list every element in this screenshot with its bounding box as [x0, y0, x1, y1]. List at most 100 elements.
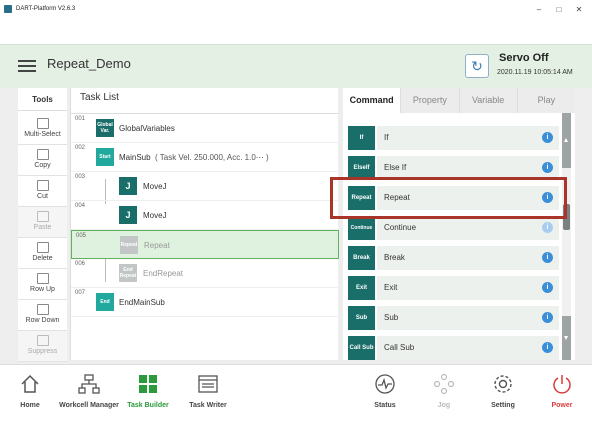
app-logo-icon — [4, 5, 12, 13]
row-text: Repeat — [144, 241, 170, 250]
task-row-007[interactable]: 007 End EndMainSub — [71, 288, 339, 317]
row-number: 005 — [76, 233, 87, 239]
row-number: 007 — [75, 290, 86, 296]
row-number: 002 — [75, 145, 86, 151]
tool-label: Paste — [33, 224, 52, 231]
servo-refresh-icon[interactable]: ↻ — [465, 54, 489, 78]
paste-icon — [36, 211, 49, 222]
tool-label: Suppress — [27, 348, 58, 355]
info-icon[interactable]: i — [542, 252, 553, 263]
task-row-003[interactable]: 003 J MoveJ — [71, 172, 339, 201]
cut-button[interactable]: Cut — [18, 176, 67, 207]
command-label: Call Sub — [377, 336, 559, 360]
window-titlebar: DART-Platform V2.6.3 – □ ✕ — [0, 0, 592, 18]
maximize-icon[interactable]: □ — [549, 0, 569, 18]
header-spacer — [0, 18, 592, 44]
nav-setting[interactable]: Setting — [473, 373, 533, 409]
command-exit[interactable]: Exit Exit i — [348, 276, 559, 300]
command-if[interactable]: If If i — [348, 126, 559, 150]
copy-icon — [36, 149, 49, 160]
row-number: 006 — [75, 261, 86, 267]
nav-label: Task Builder — [127, 402, 169, 409]
tool-label: Delete — [32, 255, 53, 262]
tab-command[interactable]: Command — [343, 88, 401, 113]
annotation-highlight-box — [330, 177, 567, 219]
suppress-icon — [36, 335, 49, 346]
break-block-icon: Break — [348, 246, 375, 270]
app-header: Repeat_Demo ↻ Servo Off 2020.11.19 10:05… — [0, 44, 592, 88]
close-icon[interactable]: ✕ — [569, 0, 589, 18]
multi-select-button[interactable]: Multi-Select — [18, 114, 67, 145]
cut-icon — [36, 180, 49, 191]
call-sub-block-icon: Call Sub — [348, 336, 375, 360]
suppress-button[interactable]: Suppress — [18, 331, 67, 362]
task-list-panel: Task List 001 Global Var. GlobalVariable… — [70, 88, 339, 360]
info-icon[interactable]: i — [542, 282, 553, 293]
global-var-block-icon: Global Var. — [96, 119, 114, 137]
continue-block-icon: Continue — [348, 216, 375, 240]
command-label: If — [377, 126, 559, 150]
info-icon[interactable]: i — [542, 222, 553, 233]
command-label: Sub — [377, 306, 559, 330]
jog-icon — [433, 373, 455, 395]
app-window: DART-Platform V2.6.3 – □ ✕ Repeat_Demo ↻… — [0, 0, 592, 444]
power-icon — [553, 375, 571, 394]
task-row-001[interactable]: 001 Global Var. GlobalVariables — [71, 114, 339, 143]
nav-task-writer[interactable]: Task Writer — [178, 373, 238, 409]
info-icon[interactable]: i — [542, 162, 553, 173]
row-up-icon — [36, 273, 49, 284]
info-icon[interactable]: i — [542, 342, 553, 353]
tab-variable[interactable]: Variable — [458, 88, 517, 113]
task-row-005[interactable]: 005 Repeat Repeat — [71, 230, 339, 259]
row-number: 001 — [75, 116, 86, 122]
row-text: GlobalVariables — [119, 124, 175, 133]
nav-home[interactable]: Home — [0, 373, 60, 409]
task-row-006[interactable]: 006 End Repeat EndRepeat — [71, 259, 339, 288]
task-list-title: Task List — [80, 92, 119, 103]
row-up-button[interactable]: Row Up — [18, 269, 67, 300]
command-sub[interactable]: Sub Sub i — [348, 306, 559, 330]
minimize-icon[interactable]: – — [529, 0, 549, 18]
copy-button[interactable]: Copy — [18, 145, 67, 176]
home-icon — [21, 374, 39, 393]
end-repeat-block-icon: End Repeat — [119, 264, 137, 282]
task-row-004[interactable]: 004 J MoveJ — [71, 201, 339, 230]
command-label: Break — [377, 246, 559, 270]
servo-status: Servo Off — [499, 52, 549, 64]
servo-timestamp: 2020.11.19 10:05:14 AM — [497, 69, 573, 76]
command-call-sub[interactable]: Call Sub Call Sub i — [348, 336, 559, 360]
row-text: EndRepeat — [143, 269, 184, 278]
nav-jog[interactable]: Jog — [414, 373, 474, 409]
info-icon[interactable]: i — [542, 312, 553, 323]
nav-task-builder[interactable]: Task Builder — [118, 373, 178, 409]
window-title: DART-Platform V2.6.3 — [16, 6, 76, 12]
delete-button[interactable]: Delete — [18, 238, 67, 269]
repeat-block-icon: Repeat — [120, 236, 138, 254]
scroll-up-button[interactable] — [562, 113, 571, 168]
tools-title: Tools — [18, 88, 67, 111]
tool-label: Cut — [37, 193, 48, 200]
tools-panel: Tools Multi-Select Copy Cut Paste Delete… — [18, 88, 67, 362]
command-continue[interactable]: Continue Continue i — [348, 216, 559, 240]
command-break[interactable]: Break Break i — [348, 246, 559, 270]
scroll-down-button[interactable] — [562, 316, 571, 360]
panel-tabs: Command Property Variable Play — [343, 88, 575, 113]
paste-button[interactable]: Paste — [18, 207, 67, 238]
task-builder-icon — [139, 375, 157, 393]
row-text: EndMainSub — [119, 298, 165, 307]
nav-label: Task Writer — [189, 402, 227, 409]
nav-power[interactable]: Power — [532, 373, 592, 409]
hamburger-menu-icon[interactable] — [18, 57, 36, 75]
tab-play[interactable]: Play — [516, 88, 575, 113]
info-icon[interactable]: i — [542, 132, 553, 143]
nav-label: Status — [374, 402, 396, 409]
command-panel: Command Property Variable Play If If i E… — [343, 88, 575, 360]
row-down-button[interactable]: Row Down — [18, 300, 67, 331]
task-row-002[interactable]: 002 Start MainSub ( Task Vel. 250.000, A… — [71, 143, 339, 172]
nav-workcell-manager[interactable]: Workcell Manager — [59, 373, 119, 409]
tool-label: Row Up — [30, 286, 55, 293]
row-text: MoveJ — [143, 182, 167, 191]
tab-property[interactable]: Property — [400, 88, 459, 113]
nav-status[interactable]: Status — [355, 373, 415, 409]
command-label: Exit — [377, 276, 559, 300]
